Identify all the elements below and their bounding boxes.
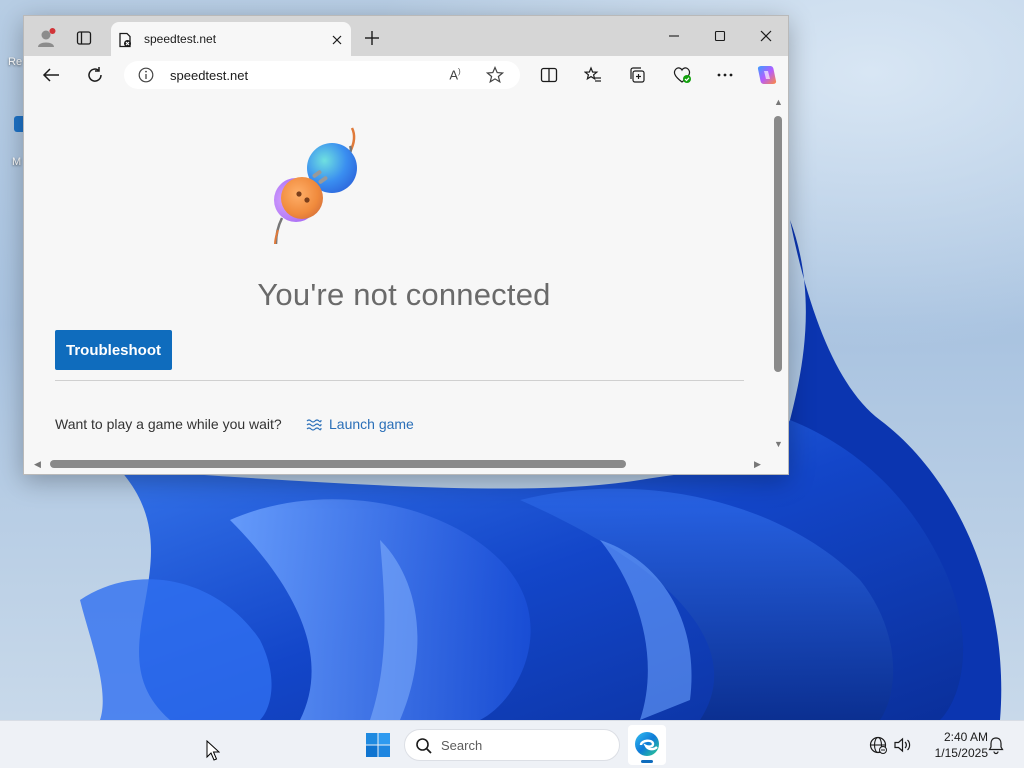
minimize-icon: [669, 35, 679, 37]
close-icon: [332, 35, 342, 45]
collections-icon: [630, 67, 645, 83]
favorites-icon: [584, 66, 601, 82]
horizontal-scrollbar[interactable]: ◀ ▶: [24, 456, 770, 472]
refresh-button[interactable]: [80, 61, 110, 89]
scroll-left-icon[interactable]: ◀: [34, 460, 41, 469]
split-screen-button[interactable]: [534, 61, 564, 89]
browser-essentials-icon: [673, 67, 691, 83]
split-screen-icon: [540, 67, 558, 83]
back-button[interactable]: [36, 61, 66, 89]
close-icon: [760, 30, 772, 42]
network-icon[interactable]: [868, 735, 888, 755]
refresh-icon: [88, 67, 102, 82]
collections-button[interactable]: [622, 61, 652, 89]
favorite-star-icon: [486, 66, 504, 84]
taskbar: Search 2:40 AM 1/15/2025: [0, 720, 1024, 768]
copilot-icon: [757, 66, 777, 84]
windows-start-icon[interactable]: [364, 731, 392, 759]
maximize-icon: [714, 30, 726, 42]
info-icon[interactable]: [138, 67, 154, 83]
edge-browser-window: speedtest.net speedtest.net A) You're no…: [23, 15, 789, 475]
taskbar-search[interactable]: Search: [404, 729, 620, 761]
maximize-button[interactable]: [697, 20, 743, 52]
desktop-icon-label: Re: [8, 56, 23, 68]
notifications-icon[interactable]: [986, 735, 1006, 755]
search-icon: [416, 738, 432, 754]
taskbar-edge-button[interactable]: [628, 725, 666, 765]
desktop-icon-recycle-bin[interactable]: Re: [0, 56, 24, 96]
browser-toolbar: A): [24, 56, 788, 94]
back-icon: [42, 68, 59, 82]
read-aloud-icon: A): [449, 67, 461, 83]
profile-icon: [38, 28, 56, 47]
clock-date: 1/15/2025: [934, 746, 988, 760]
new-tab-button[interactable]: [358, 24, 386, 52]
profile-button[interactable]: [32, 24, 60, 52]
volume-icon[interactable]: [892, 735, 912, 755]
minimize-button[interactable]: [651, 20, 697, 52]
more-icon: [717, 73, 733, 77]
url-input[interactable]: [170, 65, 430, 85]
running-indicator: [641, 760, 653, 763]
horizontal-scroll-thumb[interactable]: [50, 460, 626, 468]
more-button[interactable]: [710, 61, 740, 89]
browser-essentials-button[interactable]: [667, 61, 697, 89]
unplugged-cable-icon: [274, 127, 357, 245]
favorites-button[interactable]: [578, 61, 608, 89]
system-clock[interactable]: 2:40 AM 1/15/2025: [918, 729, 988, 761]
game-prompt-text: Want to play a game while you wait?: [55, 416, 282, 432]
divider: [55, 380, 744, 381]
desktop-icon-label: M: [12, 156, 22, 168]
close-tab-button[interactable]: [325, 28, 349, 52]
edge-icon: [635, 732, 659, 756]
page-heading: You're not connected: [257, 277, 551, 312]
copilot-button[interactable]: [752, 61, 782, 89]
tab-speedtest[interactable]: speedtest.net: [111, 22, 351, 56]
mouse-cursor-icon: [206, 740, 220, 761]
scroll-right-icon[interactable]: ▶: [754, 460, 761, 469]
address-bar[interactable]: A): [124, 61, 520, 89]
page-content: You're not connected Troubleshoot Want t…: [24, 94, 788, 474]
scroll-up-icon[interactable]: ▲: [774, 98, 783, 107]
favorite-button[interactable]: [484, 65, 506, 85]
scroll-down-icon[interactable]: ▼: [774, 440, 783, 449]
search-label: Search: [441, 738, 483, 753]
surf-wave-icon: [306, 419, 322, 431]
read-aloud-button[interactable]: A): [444, 65, 466, 85]
title-bar: speedtest.net: [24, 16, 788, 56]
launch-game-link[interactable]: Launch game: [329, 416, 414, 432]
close-window-button[interactable]: [743, 20, 789, 52]
clock-time: 2:40 AM: [943, 730, 988, 744]
troubleshoot-button[interactable]: Troubleshoot: [55, 330, 172, 370]
vertical-scrollbar[interactable]: ▲ ▼: [770, 94, 786, 464]
tab-actions-button[interactable]: [70, 24, 98, 52]
tab-actions-icon: [76, 31, 92, 45]
plus-icon: [365, 31, 379, 45]
tab-title: speedtest.net: [144, 32, 217, 46]
vertical-scroll-thumb[interactable]: [774, 116, 782, 372]
desktop-icon-shortcut[interactable]: M: [0, 116, 26, 168]
page-error-icon: [119, 32, 131, 48]
